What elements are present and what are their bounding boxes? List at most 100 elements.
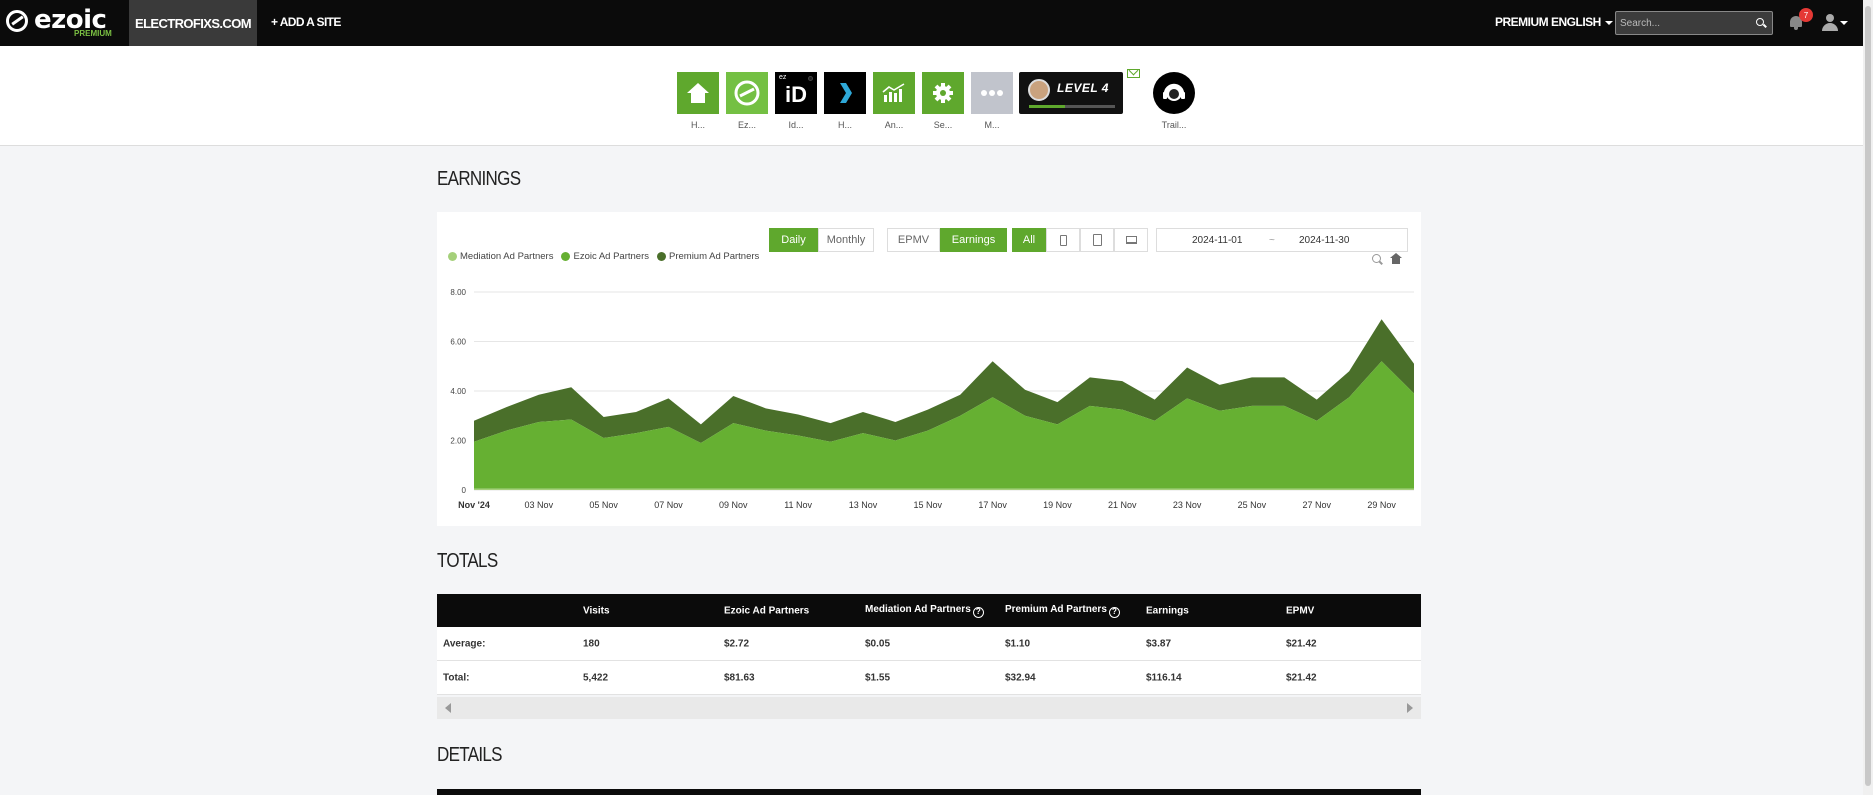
user-icon [1826, 14, 1834, 22]
x-tick-label: 03 Nov [525, 500, 554, 510]
scroll-left-icon[interactable] [445, 703, 451, 713]
col-epmv: EPMV [1286, 605, 1315, 616]
earnings-chart: 0 2.00 4.00 6.00 8.00 Nov '24 03 Nov 05 Nov 07 N… [450, 288, 1414, 510]
site-selector[interactable]: ELECTROFIXS.COM [129, 0, 257, 46]
add-site-link[interactable]: + ADD A SITE [271, 15, 341, 29]
tool-label: H... [837, 120, 852, 130]
tool-label: An... [884, 120, 904, 130]
premium-link[interactable]: PREMIUM [1495, 15, 1549, 29]
language-label: ENGLISH [1551, 15, 1601, 29]
tool-label: H... [690, 120, 705, 130]
table-cell: $32.94 [1005, 672, 1036, 683]
x-tick-label: 15 Nov [914, 500, 943, 510]
table-cell: $21.42 [1286, 638, 1317, 649]
table-cell: $1.10 [1005, 638, 1031, 649]
tool-ezid[interactable]: ez iD Id... [775, 72, 817, 130]
row-label: Total: [443, 672, 470, 683]
col-mediation: Mediation Ad Partners? [865, 604, 984, 618]
level-card[interactable]: LEVEL 4 [1019, 72, 1123, 114]
tool-home[interactable]: H... [677, 72, 719, 130]
level-label: LEVEL 4 [1057, 81, 1109, 95]
table-cell: $81.63 [724, 672, 755, 683]
x-tick-label: 09 Nov [719, 500, 748, 510]
x-tick-label: 13 Nov [849, 500, 878, 510]
x-tick-label: 07 Nov [654, 500, 683, 510]
gear-icon [922, 72, 964, 114]
logo-subtitle: PREMIUM [74, 29, 112, 38]
table-horizontal-scrollbar[interactable] [437, 697, 1421, 719]
user-menu[interactable] [1822, 14, 1850, 32]
earnings-card: Daily Monthly EPMV Earnings All 2024-11-… [437, 212, 1421, 526]
earnings-title: EARNINGS [437, 168, 521, 190]
chevron-down-icon [1840, 21, 1848, 25]
tool-settings[interactable]: Se... [922, 72, 964, 130]
table-cell: $2.72 [724, 638, 750, 649]
x-tick-label: 29 Nov [1367, 500, 1396, 510]
tool-h[interactable]: H... [824, 72, 866, 130]
table-row: Average: 180 $2.72 $0.05 $1.10 $3.87 $21… [437, 627, 1421, 661]
tool-label: Trail... [1161, 120, 1187, 130]
tool-ezoic[interactable]: Ez... [726, 72, 768, 130]
notification-badge: 7 [1799, 8, 1813, 22]
page-scrollbar-thumb[interactable] [1865, 6, 1871, 786]
language-dropdown[interactable]: ENGLISH [1551, 15, 1613, 29]
x-tick-label: 25 Nov [1238, 500, 1267, 510]
tools-strip: H... Ez... ez iD Id... H... An... Se... [0, 46, 1863, 146]
area-series-mediation-ad-partners [474, 488, 1414, 490]
col-visits: Visits [583, 605, 610, 616]
home-icon [677, 72, 719, 114]
search-box[interactable] [1615, 11, 1773, 35]
avatar [1028, 79, 1050, 101]
more-icon [971, 72, 1013, 114]
mail-icon[interactable] [1127, 69, 1140, 78]
row-label: Average: [443, 638, 486, 649]
tool-label: M... [984, 120, 1000, 130]
x-tick-label: Nov '24 [458, 500, 490, 510]
y-tick-label: 0 [462, 486, 467, 495]
ezid-icon: ez iD [775, 72, 817, 114]
tool-label: Ez... [737, 120, 756, 130]
chevron-right-icon [824, 72, 866, 114]
totals-title: TOTALS [437, 550, 498, 572]
table-header: Visits Ezoic Ad Partners Mediation Ad Pa… [437, 594, 1421, 627]
tool-analytics[interactable]: An... [873, 72, 915, 130]
ezoic-logo[interactable]: ezoic PREMIUM [6, 6, 114, 38]
scroll-right-icon[interactable] [1407, 703, 1413, 713]
table-cell: $1.55 [865, 672, 891, 683]
y-tick-label: 8.00 [450, 288, 466, 297]
y-tick-label: 6.00 [450, 338, 466, 347]
x-tick-label: 19 Nov [1043, 500, 1072, 510]
x-tick-label: 27 Nov [1302, 500, 1331, 510]
x-tick-label: 17 Nov [978, 500, 1007, 510]
col-premium: Premium Ad Partners? [1005, 604, 1120, 618]
chevron-down-icon [1604, 20, 1613, 25]
table-cell: $0.05 [865, 638, 891, 649]
help-icon[interactable]: ? [1108, 606, 1120, 618]
x-tick-label: 23 Nov [1173, 500, 1202, 510]
col-earnings: Earnings [1146, 605, 1189, 616]
totals-table: Visits Ezoic Ad Partners Mediation Ad Pa… [437, 594, 1421, 695]
tool-trail[interactable]: Trail... [1153, 72, 1195, 130]
tool-label: Id... [788, 120, 804, 130]
table-cell: $116.14 [1146, 672, 1182, 683]
table-cell: $3.87 [1146, 638, 1172, 649]
table-row: Total: 5,422 $81.63 $1.55 $32.94 $116.14… [437, 661, 1421, 695]
ezoic-mark-icon [6, 10, 28, 32]
search-icon[interactable] [1756, 18, 1764, 26]
search-input[interactable] [1616, 12, 1746, 34]
table-cell: 180 [583, 638, 600, 649]
help-icon[interactable]: ? [972, 606, 984, 618]
tool-more[interactable]: M... [971, 72, 1013, 130]
analytics-icon [873, 72, 915, 114]
headset-avatar-icon [1153, 72, 1195, 114]
top-navbar: ezoic PREMIUM ELECTROFIXS.COM + ADD A SI… [0, 0, 1863, 46]
details-title: DETAILS [437, 744, 503, 766]
y-tick-label: 4.00 [450, 387, 466, 396]
table-cell: $21.42 [1286, 672, 1317, 683]
x-tick-label: 05 Nov [589, 500, 618, 510]
x-tick-label: 21 Nov [1108, 500, 1137, 510]
tool-label: Se... [933, 120, 953, 130]
col-ezoic: Ezoic Ad Partners [724, 605, 810, 616]
table-cell: 5,422 [583, 672, 609, 683]
details-table-header [437, 789, 1421, 795]
